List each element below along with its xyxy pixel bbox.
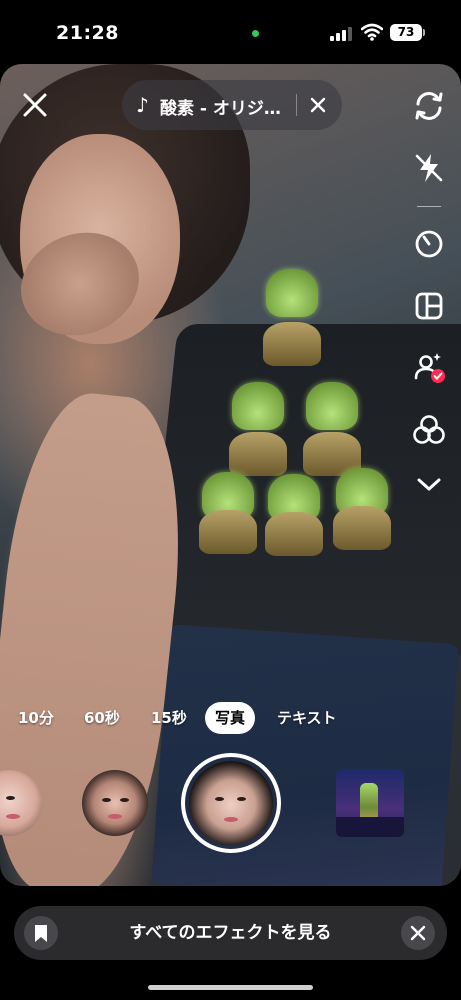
- layout-icon: [415, 292, 443, 320]
- chevron-down-icon: [417, 478, 441, 491]
- screen: 21:28 73 ♪ 酸素 - オリジ… 10分 60秒 15秒 写真 テキスト…: [0, 0, 461, 1000]
- flip-camera-button[interactable]: [411, 88, 447, 124]
- timer-button[interactable]: [411, 226, 447, 262]
- mode-tab-photo[interactable]: 写真: [205, 702, 256, 734]
- add-sound-pill[interactable]: ♪ 酸素 - オリジ…: [122, 80, 342, 130]
- effect-thumbnail[interactable]: [336, 769, 404, 837]
- effect-thumbnail[interactable]: [82, 770, 148, 836]
- photo-glass-base: [229, 432, 287, 476]
- photo-card: [151, 624, 459, 886]
- music-note-icon: ♪: [136, 93, 149, 117]
- bookmark-icon: [35, 925, 47, 942]
- layout-button[interactable]: [411, 288, 447, 324]
- photo-glass: [306, 382, 358, 430]
- close-effects-bar-button[interactable]: [401, 916, 435, 950]
- flash-button[interactable]: [411, 150, 447, 186]
- close-icon: [23, 93, 47, 117]
- photo-glass-base: [333, 506, 391, 550]
- see-all-effects-label: すべてのエフェクトを見る: [129, 923, 332, 943]
- sound-title: 酸素 - オリジ…: [160, 99, 281, 119]
- photo-glass-base: [199, 510, 257, 554]
- close-icon: [410, 925, 426, 941]
- mode-tab-10min[interactable]: 10分: [18, 702, 54, 734]
- photo-glass: [232, 382, 284, 430]
- home-indicator[interactable]: [148, 985, 313, 990]
- timer-icon: [415, 230, 443, 258]
- close-icon: [310, 97, 326, 113]
- collab-icon: [414, 353, 445, 383]
- bookmark-button[interactable]: [24, 916, 58, 950]
- more-tools-button[interactable]: [411, 466, 447, 502]
- selected-effect-thumbnail: [189, 761, 273, 845]
- flip-camera-icon: [415, 92, 443, 120]
- status-time: 21:28: [56, 22, 119, 44]
- battery-indicator: 73: [390, 24, 422, 41]
- mode-tab-60sec[interactable]: 60秒: [84, 702, 120, 734]
- photo-glass-base: [263, 322, 321, 366]
- close-camera-button[interactable]: [20, 90, 50, 120]
- remove-sound-button[interactable]: [308, 95, 328, 115]
- pill-divider: [296, 94, 297, 116]
- toolbar-divider: [417, 206, 441, 207]
- photo-glass: [266, 269, 318, 317]
- capture-mode-tabs: 10分 60秒 15秒 写真 テキスト: [0, 702, 461, 734]
- status-bar: 21:28 73: [0, 0, 461, 64]
- mode-tab-text[interactable]: テキスト: [277, 702, 337, 734]
- wifi-icon: [360, 23, 384, 41]
- filters-button[interactable]: [411, 412, 447, 448]
- photo-glass-base: [265, 512, 323, 556]
- cellular-signal-icon: [330, 25, 354, 41]
- collab-button[interactable]: [411, 350, 447, 386]
- flash-off-icon: [415, 154, 443, 182]
- battery-cap: [423, 29, 425, 36]
- filters-icon: [413, 415, 445, 444]
- camera-in-use-indicator: [252, 30, 259, 37]
- mode-tab-15sec[interactable]: 15秒: [151, 702, 187, 734]
- see-all-effects-bar[interactable]: すべてのエフェクトを見る: [14, 906, 447, 960]
